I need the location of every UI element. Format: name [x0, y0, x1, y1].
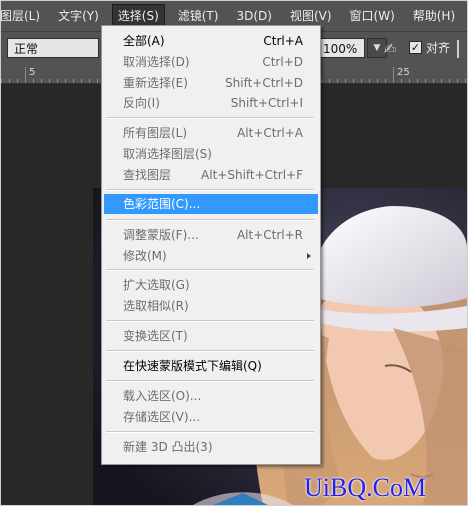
- menu-item-transform-selection[interactable]: 变换选区(T): [104, 326, 318, 346]
- menu-item-new-3d-extrusion[interactable]: 新建 3D 凸出(3): [104, 437, 318, 457]
- menu-separator: [106, 269, 314, 271]
- site-watermark: UiBQ.CoM: [304, 473, 427, 502]
- menu-separator: [106, 320, 314, 322]
- select-menu-dropdown: 全部(A) Ctrl+A 取消选择(D) Ctrl+D 重新选择(E) Shif…: [101, 25, 321, 465]
- menu-separator: [106, 350, 314, 352]
- menu-item-label: 反向(I): [123, 96, 160, 110]
- menu-item-shortcut: Ctrl+D: [262, 55, 303, 69]
- menu-item-shortcut: Shift+Ctrl+D: [225, 76, 303, 90]
- menu-window[interactable]: 窗口(W): [345, 5, 400, 27]
- menu-help[interactable]: 帮助(H): [408, 5, 460, 27]
- menu-item-refine-mask[interactable]: 调整蒙版(F)... Alt+Ctrl+R: [104, 225, 318, 245]
- menu-3d[interactable]: 3D(D): [231, 5, 276, 27]
- menu-separator: [106, 380, 314, 382]
- menu-item-label: 在快速蒙版模式下编辑(Q): [123, 359, 262, 373]
- menu-item-color-range[interactable]: 色彩范围(C)...: [104, 194, 318, 214]
- menu-item-label: 调整蒙版(F)...: [123, 228, 199, 242]
- ruler-tick: 5: [25, 67, 35, 81]
- menu-type[interactable]: 文字(Y): [53, 5, 104, 27]
- menu-layer[interactable]: 图层(L): [1, 5, 45, 27]
- menu-item-deselect-layers[interactable]: 取消选择图层(S): [104, 144, 318, 164]
- menu-item-all-layers[interactable]: 所有图层(L) Alt+Ctrl+A: [104, 123, 318, 143]
- menu-item-label: 色彩范围(C)...: [123, 197, 201, 211]
- menu-item-select-all[interactable]: 全部(A) Ctrl+A: [104, 31, 318, 51]
- menu-item-similar[interactable]: 选取相似(R): [104, 296, 318, 316]
- ruler-tick: 25: [393, 67, 410, 81]
- menu-filter[interactable]: 滤镜(T): [173, 5, 224, 27]
- menu-item-label: 变换选区(T): [123, 329, 188, 343]
- airbrush-icon[interactable]: ✍: [381, 40, 399, 58]
- menu-item-grow[interactable]: 扩大选取(G): [104, 275, 318, 295]
- menu-item-label: 修改(M): [123, 249, 167, 263]
- blend-mode-select[interactable]: 正常: [7, 38, 99, 58]
- menu-item-shortcut: Alt+Ctrl+R: [236, 228, 303, 242]
- menu-item-shortcut: Shift+Ctrl+I: [230, 96, 303, 110]
- menu-separator: [106, 219, 314, 221]
- align-label: 对齐: [426, 41, 451, 55]
- menu-item-shortcut: Alt+Shift+Ctrl+F: [201, 168, 303, 182]
- menu-separator: [106, 189, 314, 191]
- menu-separator: [106, 431, 314, 433]
- menu-item-label: 载入选区(O)...: [123, 389, 202, 403]
- photoshop-window: 图层(L) 文字(Y) 选择(S) 滤镜(T) 3D(D) 视图(V) 窗口(W…: [0, 0, 468, 506]
- menu-item-label: 选取相似(R): [123, 299, 189, 313]
- menu-item-find-layers[interactable]: 查找图层 Alt+Shift+Ctrl+F: [104, 165, 318, 185]
- menu-item-label: 全部(A): [123, 34, 165, 48]
- menu-item-modify[interactable]: 修改(M): [104, 246, 318, 266]
- menu-item-load-selection[interactable]: 载入选区(O)...: [104, 386, 318, 406]
- menu-item-label: 扩大选取(G): [123, 278, 190, 292]
- menu-item-save-selection[interactable]: 存储选区(V)...: [104, 407, 318, 427]
- menu-separator: [106, 117, 314, 119]
- menu-item-shortcut: Alt+Ctrl+A: [237, 126, 303, 140]
- menu-item-label: 新建 3D 凸出(3): [123, 440, 213, 454]
- menu-view[interactable]: 视图(V): [285, 5, 337, 27]
- submenu-arrow-icon: [307, 253, 311, 259]
- menu-item-label: 所有图层(L): [123, 126, 188, 140]
- menu-item-reselect[interactable]: 重新选择(E) Shift+Ctrl+D: [104, 73, 318, 93]
- menu-item-label: 取消选择图层(S): [123, 147, 212, 161]
- align-checkbox[interactable]: ✓: [409, 41, 422, 54]
- menu-item-inverse[interactable]: 反向(I) Shift+Ctrl+I: [104, 93, 318, 113]
- zoom-value-field[interactable]: 100%: [319, 38, 365, 58]
- menu-item-shortcut: Ctrl+A: [263, 34, 303, 48]
- menu-item-label: 取消选择(D): [123, 55, 190, 69]
- menu-item-deselect[interactable]: 取消选择(D) Ctrl+D: [104, 52, 318, 72]
- menu-item-label: 存储选区(V)...: [123, 410, 201, 424]
- menu-item-quick-mask[interactable]: 在快速蒙版模式下编辑(Q): [104, 356, 318, 376]
- menu-item-label: 重新选择(E): [123, 76, 188, 90]
- aligned-sample-icon[interactable]: [457, 40, 467, 58]
- menu-item-label: 查找图层: [123, 168, 172, 182]
